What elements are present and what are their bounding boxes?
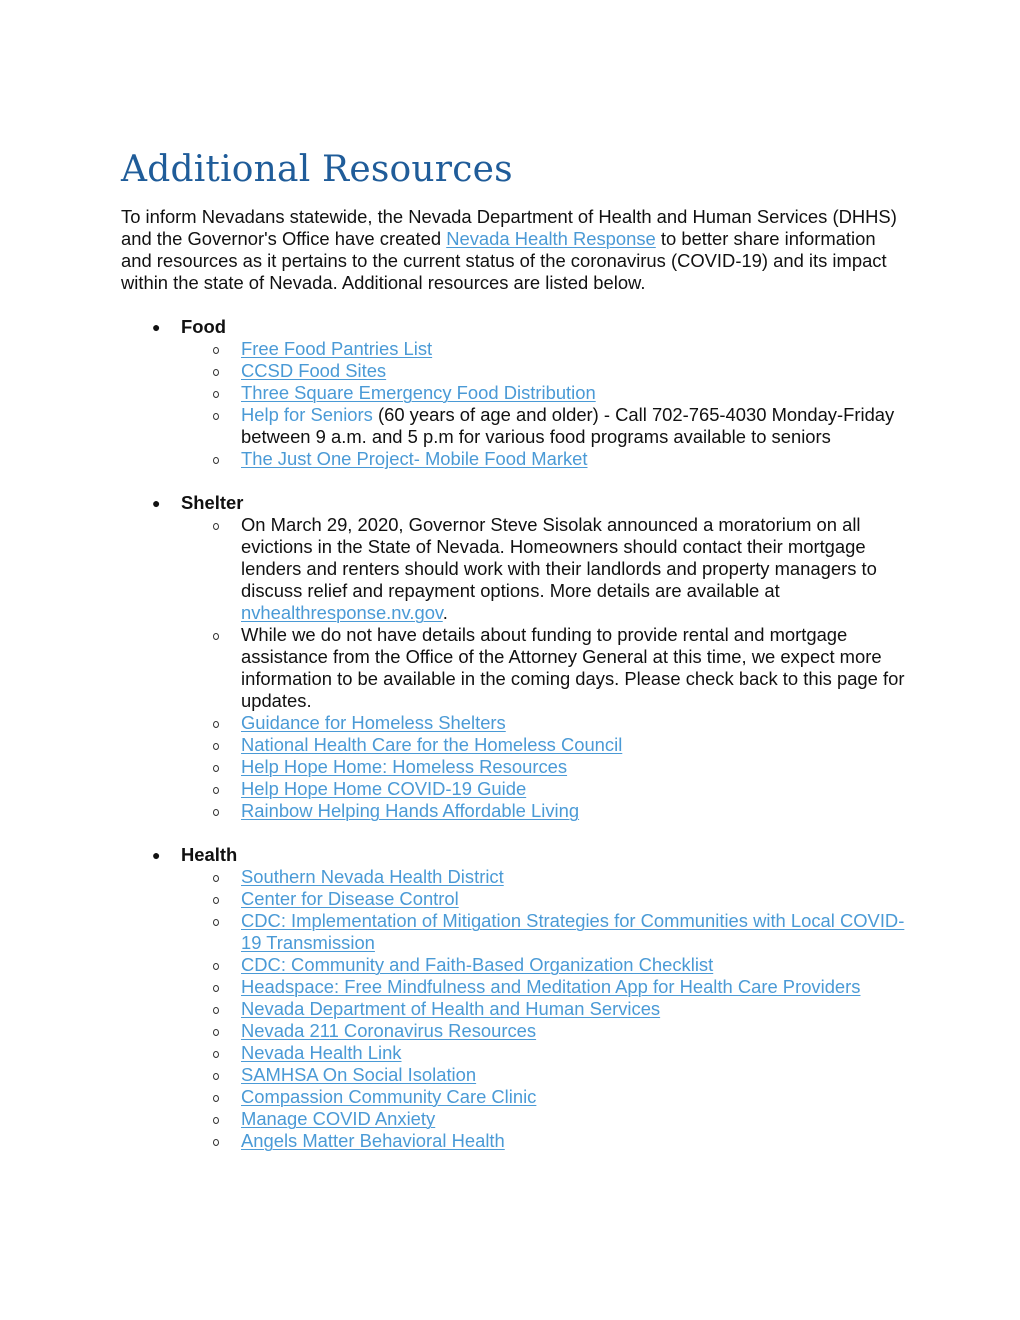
- item-text: .: [442, 602, 448, 623]
- circle-bullet-icon: [213, 1051, 219, 1058]
- resource-link-nevada-department-of-health-and-human-services[interactable]: Nevada Department of Health and Human Se…: [241, 998, 660, 1019]
- section-title: Food: [181, 316, 226, 337]
- section-item-list: Free Food Pantries List CCSD Food Sites Th…: [181, 338, 911, 470]
- resource-link-free-food-pantries-list[interactable]: Free Food Pantries List: [241, 338, 432, 359]
- resource-link-southern-nevada-health-district[interactable]: Southern Nevada Health District: [241, 866, 504, 887]
- resource-link-nvhealthresponse-nv-gov[interactable]: nvhealthresponse.nv.gov: [241, 602, 443, 623]
- section-title: Shelter: [181, 492, 244, 513]
- resource-link-nevada-211-coronavirus-resources[interactable]: Nevada 211 Coronavirus Resources: [241, 1020, 536, 1041]
- item-text: On March 29, 2020, Governor Steve Sisola…: [241, 514, 877, 601]
- circle-bullet-icon: [213, 765, 219, 772]
- list-item: CDC: Implementation of Mitigation Strate…: [181, 910, 911, 954]
- list-item: Center for Disease Control: [181, 888, 911, 910]
- resource-link-guidance-for-homeless-shelters[interactable]: Guidance for Homeless Shelters: [241, 712, 506, 733]
- list-item: On March 29, 2020, Governor Steve Sisola…: [181, 514, 911, 624]
- list-item: SAMHSA On Social Isolation: [181, 1064, 911, 1086]
- list-item: Nevada Department of Health and Human Se…: [181, 998, 911, 1020]
- section-title: Health: [181, 844, 238, 865]
- circle-bullet-icon: [213, 721, 219, 728]
- list-item: Headspace: Free Mindfulness and Meditati…: [181, 976, 911, 998]
- list-item: CDC: Community and Faith-Based Organizat…: [181, 954, 911, 976]
- list-item: The Just One Project- Mobile Food Market: [181, 448, 911, 470]
- resource-link-headspace-free-mindfulness-and-meditation-app-for-health-care-providers[interactable]: Headspace: Free Mindfulness and Meditati…: [241, 976, 860, 997]
- circle-bullet-icon: [213, 1095, 219, 1102]
- list-item: Help Hope Home: Homeless Resources: [181, 756, 911, 778]
- document-page: Additional Resources To inform Nevadans …: [121, 148, 911, 1174]
- resource-link-help-for-seniors[interactable]: Help for Seniors: [241, 404, 373, 425]
- circle-bullet-icon: [213, 633, 219, 640]
- bullet-icon: ●: [152, 495, 161, 511]
- list-item: Southern Nevada Health District: [181, 866, 911, 888]
- circle-bullet-icon: [213, 743, 219, 750]
- section-shelter: ● Shelter On March 29, 2020, Governor Stev…: [121, 492, 911, 822]
- resource-link-center-for-disease-control[interactable]: Center for Disease Control: [241, 888, 459, 909]
- circle-bullet-icon: [213, 963, 219, 970]
- circle-bullet-icon: [213, 413, 219, 420]
- page-title: Additional Resources: [121, 149, 513, 190]
- resource-link-manage-covid-anxiety[interactable]: Manage COVID Anxiety: [241, 1108, 435, 1129]
- item-text: While we do not have details about fundi…: [241, 624, 905, 711]
- resource-link-cdc-implementation-of-mitigation-strategies-for-communities-with-local-covid-19-transmission[interactable]: CDC: Implementation of Mitigation Strate…: [241, 910, 904, 953]
- resource-link-cdc-community-and-faith-based-organization-checklist[interactable]: CDC: Community and Faith-Based Organizat…: [241, 954, 713, 975]
- circle-bullet-icon: [213, 523, 219, 530]
- bullet-icon: ●: [152, 319, 161, 335]
- resource-link-help-hope-home-homeless-resources[interactable]: Help Hope Home: Homeless Resources: [241, 756, 567, 777]
- circle-bullet-icon: [213, 1139, 219, 1146]
- list-item: While we do not have details about fundi…: [181, 624, 911, 712]
- resource-sections: ● Food Free Food Pantries List CCSD Food Si…: [121, 316, 911, 1152]
- circle-bullet-icon: [213, 875, 219, 882]
- resource-link-angels-matter-behavioral-health[interactable]: Angels Matter Behavioral Health: [241, 1130, 505, 1151]
- list-item: Three Square Emergency Food Distribution: [181, 382, 911, 404]
- section-food: ● Food Free Food Pantries List CCSD Food Si…: [121, 316, 911, 470]
- circle-bullet-icon: [213, 369, 219, 376]
- circle-bullet-icon: [213, 1073, 219, 1080]
- resource-link-rainbow-helping-hands-affordable-living[interactable]: Rainbow Helping Hands Affordable Living: [241, 800, 579, 821]
- list-item: Help Hope Home COVID-19 Guide: [181, 778, 911, 800]
- list-item: Angels Matter Behavioral Health: [181, 1130, 911, 1152]
- circle-bullet-icon: [213, 897, 219, 904]
- resource-link-ccsd-food-sites[interactable]: CCSD Food Sites: [241, 360, 386, 381]
- list-item: Nevada 211 Coronavirus Resources: [181, 1020, 911, 1042]
- circle-bullet-icon: [213, 347, 219, 354]
- circle-bullet-icon: [213, 919, 219, 926]
- list-item: Rainbow Helping Hands Affordable Living: [181, 800, 911, 822]
- list-item: National Health Care for the Homeless Co…: [181, 734, 911, 756]
- resource-link-the-just-one-project-mobile-food-market[interactable]: The Just One Project- Mobile Food Market: [241, 448, 588, 469]
- circle-bullet-icon: [213, 391, 219, 398]
- list-item: Nevada Health Link: [181, 1042, 911, 1064]
- circle-bullet-icon: [213, 809, 219, 816]
- list-item: Help for Seniors (60 years of age and ol…: [181, 404, 911, 448]
- section-health: ● Health Southern Nevada Health District Ce…: [121, 844, 911, 1152]
- resource-link-compassion-community-care-clinic[interactable]: Compassion Community Care Clinic: [241, 1086, 536, 1107]
- circle-bullet-icon: [213, 985, 219, 992]
- list-item: CCSD Food Sites: [181, 360, 911, 382]
- circle-bullet-icon: [213, 1117, 219, 1124]
- list-item: Guidance for Homeless Shelters: [181, 712, 911, 734]
- intro-paragraph: To inform Nevadans statewide, the Nevada…: [121, 206, 911, 294]
- circle-bullet-icon: [213, 787, 219, 794]
- section-item-list: Southern Nevada Health District Center fo…: [181, 866, 911, 1152]
- circle-bullet-icon: [213, 1007, 219, 1014]
- resource-link-national-health-care-for-the-homeless-council[interactable]: National Health Care for the Homeless Co…: [241, 734, 622, 755]
- nevada-health-response-link[interactable]: Nevada Health Response: [446, 228, 656, 249]
- bullet-icon: ●: [152, 847, 161, 863]
- list-item: Manage COVID Anxiety: [181, 1108, 911, 1130]
- section-item-list: On March 29, 2020, Governor Steve Sisola…: [181, 514, 911, 822]
- resource-link-samhsa-on-social-isolation[interactable]: SAMHSA On Social Isolation: [241, 1064, 476, 1085]
- list-item: Compassion Community Care Clinic: [181, 1086, 911, 1108]
- list-item: Free Food Pantries List: [181, 338, 911, 360]
- circle-bullet-icon: [213, 1029, 219, 1036]
- circle-bullet-icon: [213, 457, 219, 464]
- resource-link-nevada-health-link[interactable]: Nevada Health Link: [241, 1042, 402, 1063]
- resource-link-three-square-emergency-food-distribution[interactable]: Three Square Emergency Food Distribution: [241, 382, 596, 403]
- resource-link-help-hope-home-covid-19-guide[interactable]: Help Hope Home COVID-19 Guide: [241, 778, 526, 799]
